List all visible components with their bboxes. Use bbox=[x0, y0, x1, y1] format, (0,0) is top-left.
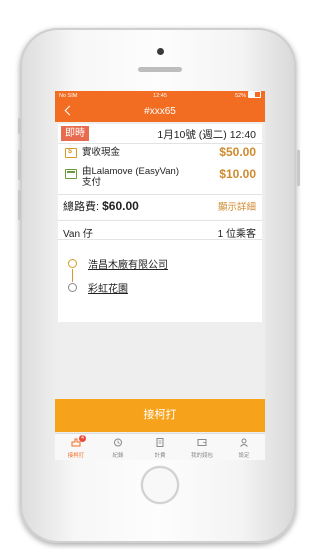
tab-wallet[interactable]: 我的錢包 bbox=[181, 434, 223, 460]
power-button bbox=[297, 150, 300, 186]
nav-bar: #xxx65 bbox=[55, 102, 265, 122]
payment-lalamove-line2: 支付 bbox=[82, 177, 102, 188]
order-header-row: 即時 1月10號 (週二) 12:40 bbox=[58, 124, 262, 144]
battery-status: 52% bbox=[235, 91, 261, 102]
tab-settings[interactable]: 設定 bbox=[223, 434, 265, 460]
tab-label: 我的錢包 bbox=[190, 453, 213, 459]
home-button[interactable] bbox=[141, 466, 179, 504]
payment-lalamove-label: 由Lalamove (EasyVan) 支付 bbox=[82, 166, 179, 188]
lalamove-icon bbox=[65, 169, 77, 179]
earpiece-speaker bbox=[138, 67, 182, 72]
front-camera bbox=[157, 48, 164, 55]
app-screen: No SIM 12:45 52% #xxx65 即時 1月10號 (週二) 12… bbox=[55, 91, 265, 460]
total-fare-amount: $60.00 bbox=[102, 199, 139, 213]
pickup-address[interactable]: 浩昌木廠有限公司 bbox=[88, 256, 168, 271]
show-details-link[interactable]: 顯示詳細 bbox=[218, 199, 256, 213]
volume-down-button bbox=[18, 190, 21, 220]
pickup-datetime: 1月10號 (週二) 12:40 bbox=[157, 129, 256, 141]
total-fare-row: 總路費: $60.00 顯示詳細 bbox=[58, 194, 262, 213]
vehicle-row: Van 仔 1 位乘客 bbox=[58, 220, 262, 240]
tab-accept-order[interactable]: 4 接柯打 bbox=[55, 434, 97, 460]
battery-percent: 52% bbox=[234, 93, 246, 99]
dropoff-address[interactable]: 彩虹花園 bbox=[88, 280, 128, 295]
volume-up-button bbox=[18, 150, 21, 180]
tab-badge: 4 bbox=[79, 435, 86, 442]
cash-icon bbox=[65, 148, 77, 158]
pickup-stop-icon bbox=[68, 259, 77, 268]
tab-label: 計費 bbox=[154, 453, 166, 459]
order-card: 即時 1月10號 (週二) 12:40 實收現金 $50.00 由Lalamov… bbox=[58, 124, 262, 322]
dropoff-stop-icon bbox=[68, 283, 77, 292]
payment-cash-label: 實收現金 bbox=[82, 147, 121, 158]
passenger-count: 1 位乘客 bbox=[217, 229, 256, 240]
accept-order-button[interactable]: 接柯打 bbox=[55, 399, 265, 432]
history-icon bbox=[114, 438, 122, 447]
tab-billing[interactable]: 計費 bbox=[139, 434, 181, 460]
tab-bar: 4 接柯打 紀錄 計費 我的錢包 設定 bbox=[55, 433, 265, 460]
order-id-title: #xxx65 bbox=[144, 106, 176, 117]
vehicle-type: Van 仔 bbox=[63, 229, 93, 240]
urgent-badge: 即時 bbox=[61, 126, 89, 141]
payment-lalamove-amount: $10.00 bbox=[219, 167, 256, 181]
status-bar: No SIM 12:45 52% bbox=[55, 91, 265, 102]
total-fare-label: 總路費: bbox=[63, 201, 100, 213]
mute-switch bbox=[18, 118, 21, 134]
route-connector bbox=[72, 269, 73, 282]
bill-icon bbox=[156, 438, 164, 447]
tab-label: 紀錄 bbox=[112, 453, 124, 459]
payment-lalamove-line1: 由Lalamove (EasyVan) bbox=[82, 166, 179, 177]
profile-icon bbox=[240, 438, 248, 447]
status-time: 12:45 bbox=[153, 93, 167, 99]
battery-icon bbox=[248, 91, 261, 98]
payment-cash-amount: $50.00 bbox=[219, 145, 256, 159]
total-fare: 總路費: $60.00 bbox=[63, 198, 139, 214]
tab-label: 設定 bbox=[238, 453, 250, 459]
tab-label: 接柯打 bbox=[67, 453, 85, 459]
wallet-icon bbox=[197, 439, 207, 446]
tab-history[interactable]: 紀錄 bbox=[97, 434, 139, 460]
